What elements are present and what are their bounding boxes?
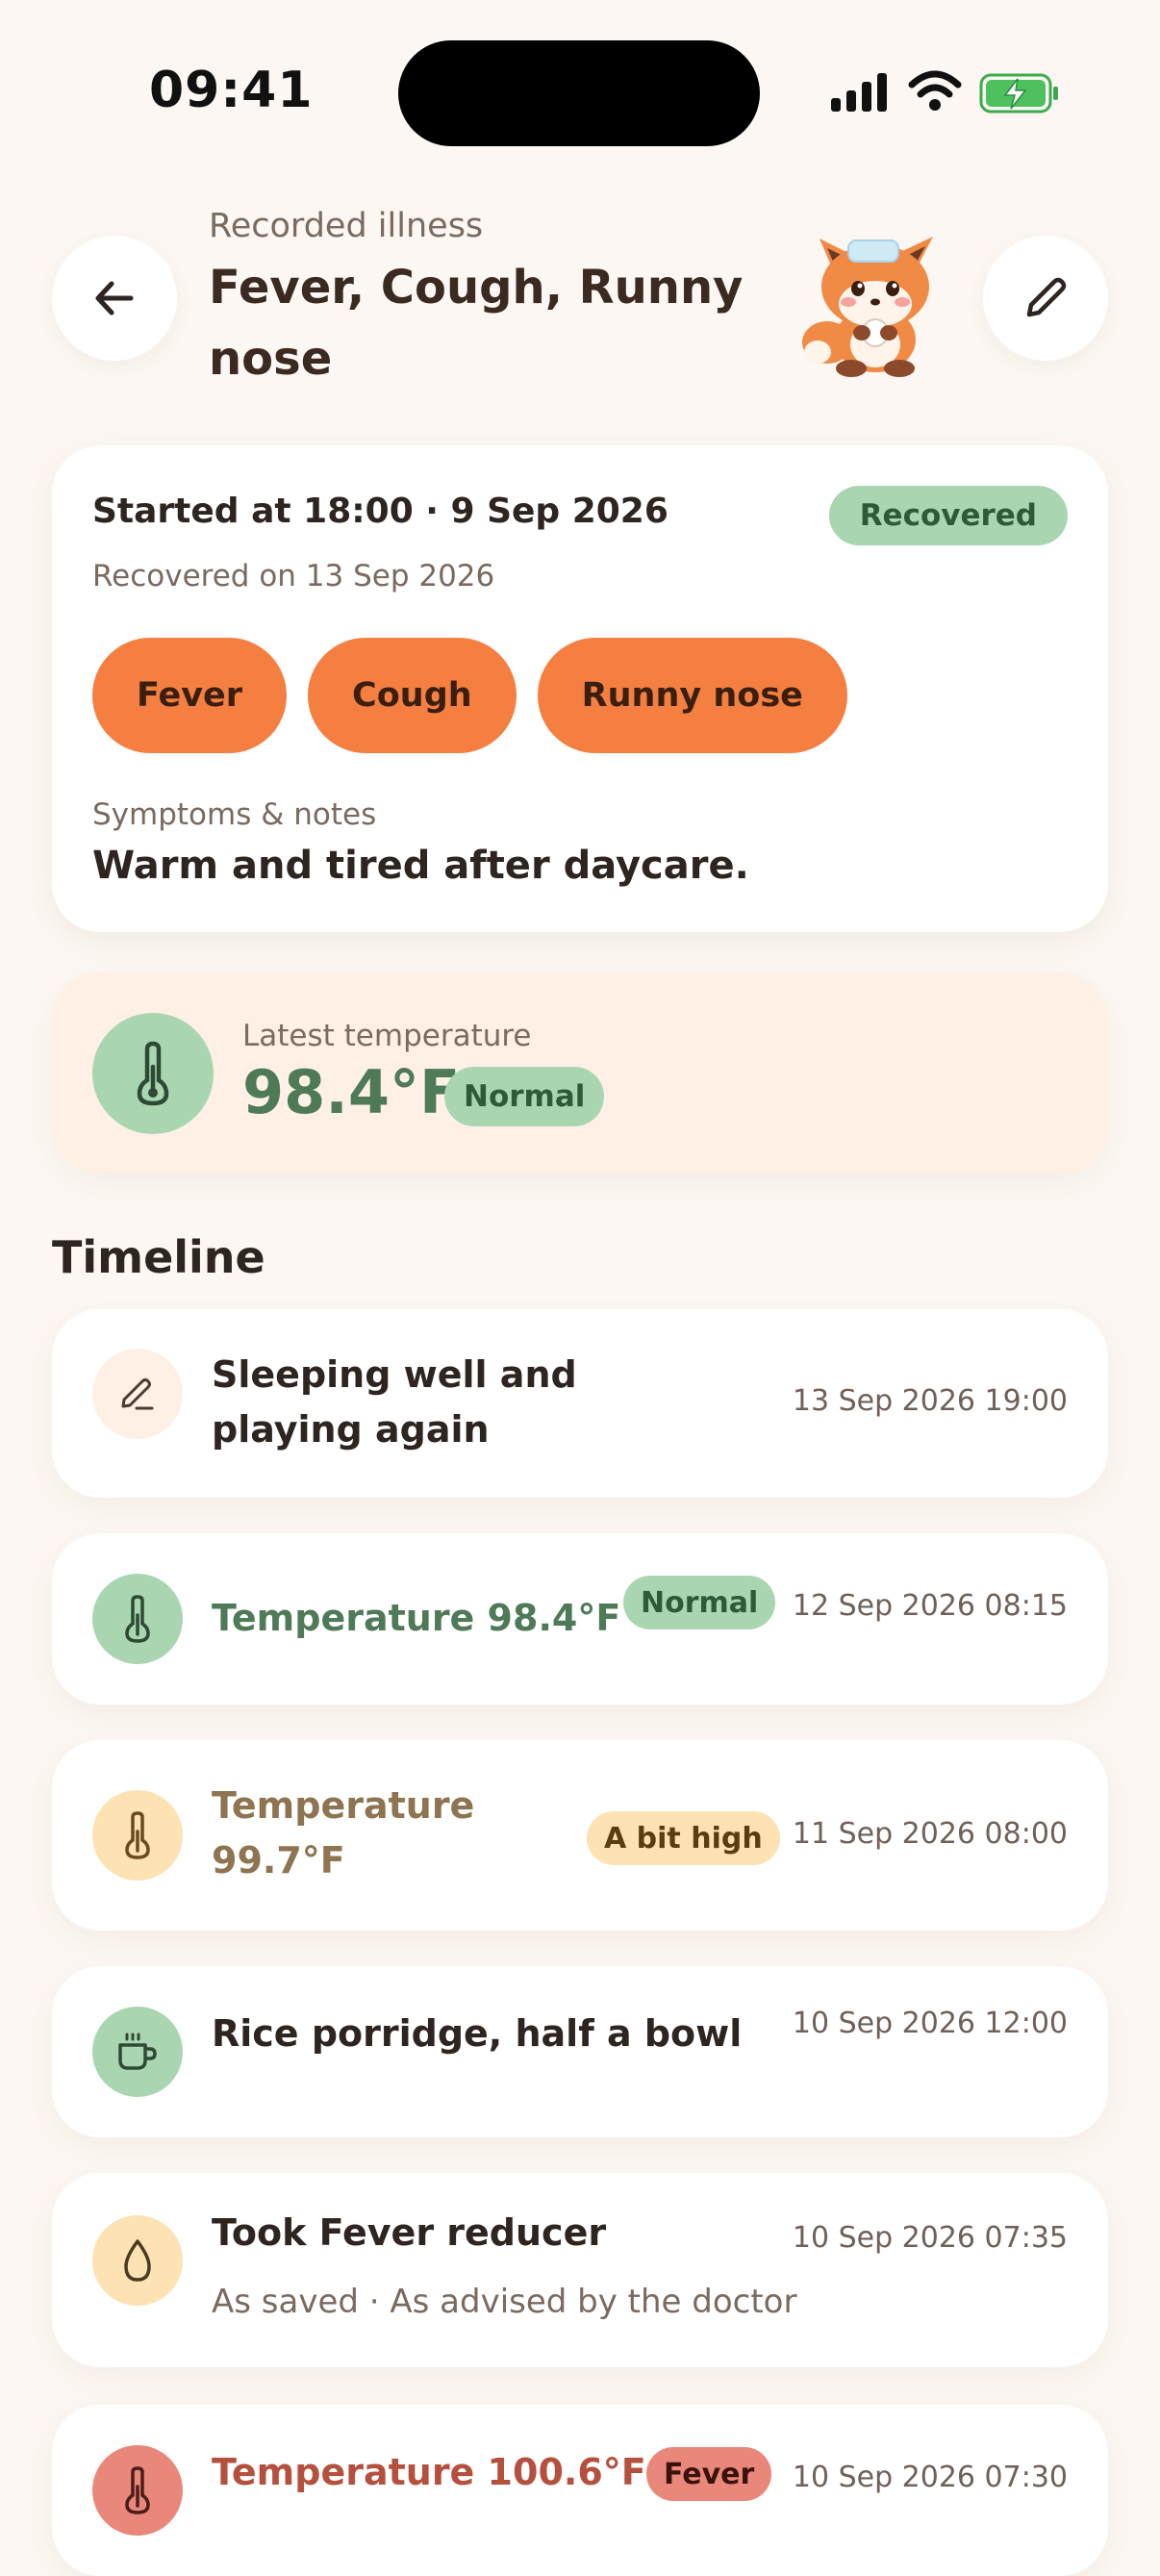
- status-time: 09:41: [149, 62, 314, 119]
- recovered-on-text: Recovered on 13 Sep 2026: [92, 559, 495, 593]
- symptom-chip-cough[interactable]: Cough: [308, 638, 517, 753]
- drop-icon: [92, 2215, 183, 2306]
- timeline-item-time: 12 Sep 2026 08:15: [792, 1589, 1068, 1623]
- symptom-chip-runny-nose[interactable]: Runny nose: [537, 638, 847, 753]
- status-bar: 09:41: [0, 0, 1160, 146]
- wifi-icon: [908, 70, 962, 111]
- thermometer-icon: [92, 1013, 214, 1134]
- timeline-item[interactable]: Took Fever reducer As saved · As advised…: [52, 2173, 1108, 2367]
- back-button[interactable]: [52, 236, 177, 361]
- notes-label: Symptoms & notes: [92, 797, 377, 832]
- timeline-item[interactable]: Rice porridge, half a bowl 10 Sep 2026 1…: [52, 1966, 1108, 2137]
- timeline-item-title: Temperature 98.4°F: [212, 1597, 621, 1639]
- timeline-item-time: 13 Sep 2026 19:00: [792, 1384, 1068, 1418]
- timeline-item[interactable]: Temperature 99.7°F A bit high 11 Sep 202…: [52, 1740, 1108, 1931]
- timeline-item-title: Temperature 99.7°F: [212, 1784, 475, 1881]
- latest-temperature-card[interactable]: Latest temperature 98.4°F Normal: [52, 972, 1108, 1174]
- pencil-icon: [92, 1349, 183, 1439]
- symptom-chip-fever[interactable]: Fever: [92, 638, 288, 753]
- temperature-status-badge: Normal: [444, 1067, 605, 1126]
- pencil-icon: [1026, 277, 1067, 317]
- timeline-item[interactable]: Temperature 100.6°F Fever 10 Sep 2026 07…: [52, 2405, 1108, 2576]
- started-at-text: Started at 18:00 · 9 Sep 2026: [92, 492, 668, 531]
- status-badge: Recovered: [828, 486, 1068, 545]
- temperature-status-badge: A bit high: [587, 1811, 780, 1865]
- symptom-chips: Fever Cough Runny nose: [92, 638, 847, 753]
- cup-icon: [92, 2007, 183, 2097]
- timeline-item-subtitle: As saved · As advised by the doctor: [212, 2283, 797, 2321]
- timeline-item-time: 11 Sep 2026 08:00: [792, 1817, 1068, 1851]
- temperature-status-badge: Normal: [623, 1576, 776, 1629]
- status-icons: [829, 69, 1060, 117]
- dynamic-island: [398, 40, 760, 146]
- timeline-item-time: 10 Sep 2026 07:30: [792, 2461, 1068, 2494]
- thermometer-icon: [92, 1790, 183, 1881]
- temperature-status-badge: Fever: [646, 2447, 772, 2501]
- fox-mascot-illustration: [802, 237, 933, 377]
- timeline-item-title: Sleeping well and playing again: [212, 1353, 577, 1451]
- latest-temperature-label: Latest temperature: [242, 1019, 532, 1053]
- signal-icon: [831, 73, 887, 112]
- timeline-item-time: 10 Sep 2026 07:35: [792, 2221, 1068, 2255]
- battery-charging-icon: [979, 73, 1058, 114]
- timeline-item-title: Took Fever reducer: [212, 2211, 607, 2254]
- timeline-item[interactable]: Sleeping well and playing again 13 Sep 2…: [52, 1309, 1108, 1498]
- header-subtitle: Recorded illness: [209, 207, 484, 245]
- timeline-item[interactable]: Temperature 98.4°F Normal 12 Sep 2026 08…: [52, 1533, 1108, 1705]
- thermometer-icon: [92, 1574, 183, 1664]
- timeline-title: Timeline: [52, 1231, 265, 1283]
- edit-button[interactable]: [983, 236, 1108, 361]
- illness-summary-card: Started at 18:00 · 9 Sep 2026 Recovered …: [52, 445, 1108, 932]
- timeline-item-title: Rice porridge, half a bowl: [212, 2012, 743, 2055]
- timeline-item-time: 10 Sep 2026 12:00: [792, 2007, 1068, 2040]
- latest-temperature-value: 98.4°F: [242, 1057, 461, 1127]
- arrow-left-icon: [95, 281, 134, 316]
- notes-text: Warm and tired after daycare.: [92, 844, 749, 888]
- timeline-item-title: Temperature 100.6°F: [212, 2451, 646, 2493]
- page-title: Fever, Cough, Runny nose: [209, 261, 744, 386]
